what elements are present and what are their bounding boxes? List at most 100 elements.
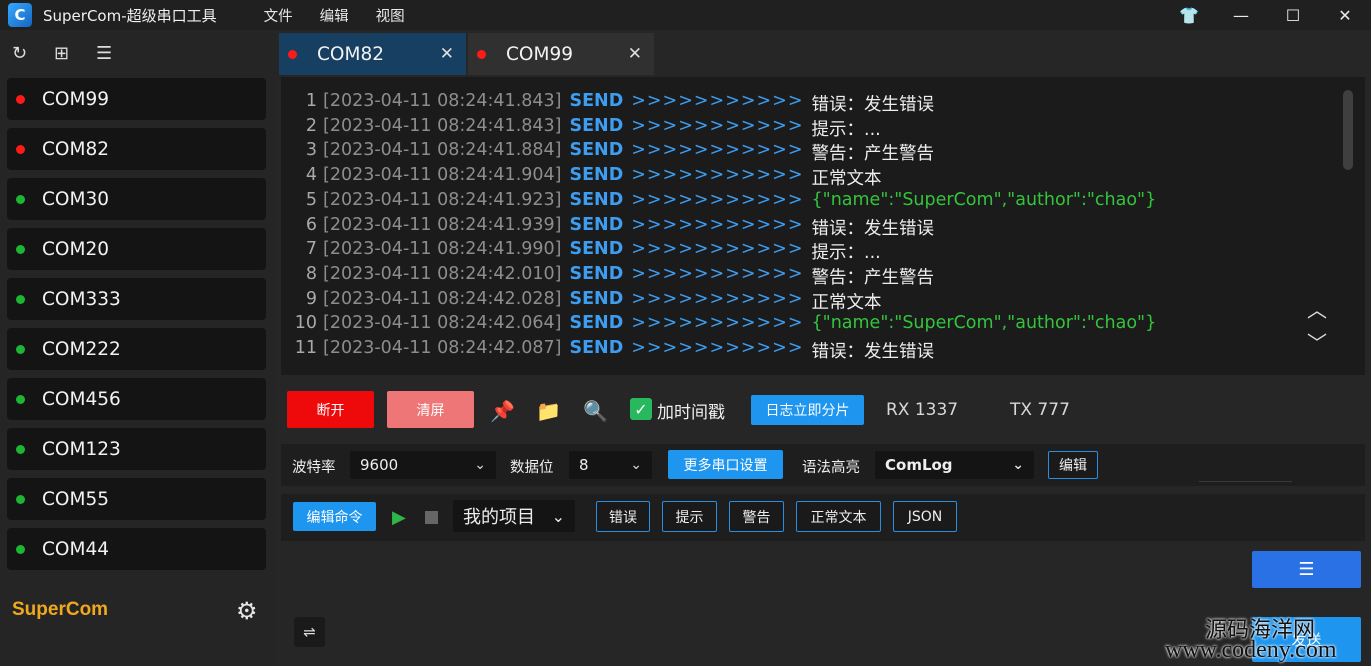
app-logo-icon: C xyxy=(8,3,32,27)
port-name: COM82 xyxy=(42,138,109,160)
minimize-icon[interactable]: — xyxy=(1215,0,1267,30)
log-line: 10 [2023-04-11 08:24:42.064] SEND >>>>>>>>>… xyxy=(281,313,1157,338)
line-number: 4 xyxy=(305,165,317,186)
port-item-com30[interactable]: COM30 xyxy=(7,178,266,220)
log-arrow: >>>>>>>>>>> xyxy=(631,140,804,161)
data-bits-value: 8 xyxy=(579,456,589,474)
grid-icon[interactable]: ⊞ xyxy=(54,43,96,64)
search-file-icon[interactable]: 🔍 xyxy=(583,399,608,423)
divider xyxy=(1199,481,1292,482)
port-status-dot xyxy=(16,294,25,304)
line-number: 6 xyxy=(305,214,317,235)
log-direction: SEND xyxy=(569,313,624,334)
port-status-dot xyxy=(16,494,25,504)
baud-rate-value: 9600 xyxy=(360,456,399,474)
pin-icon[interactable]: 📌 xyxy=(490,399,515,423)
log-direction: SEND xyxy=(569,263,624,284)
syntax-highlight-label: 语法高亮 xyxy=(802,460,860,476)
cmd-warning-button[interactable]: 警告 xyxy=(729,501,784,532)
port-item-com82[interactable]: COM82 xyxy=(7,128,266,170)
scroll-up-icon[interactable]: ︿ xyxy=(1307,294,1327,323)
split-log-button[interactable]: 日志立即分片 xyxy=(751,395,864,425)
port-item-com55[interactable]: COM55 xyxy=(7,478,266,520)
log-arrow: >>>>>>>>>>> xyxy=(631,165,804,186)
log-direction: SEND xyxy=(569,115,624,136)
cmd-normal-text-button[interactable]: 正常文本 xyxy=(796,501,881,532)
scroll-down-icon[interactable]: ﹀ xyxy=(1307,327,1327,356)
tab-com99[interactable]: COM99 ✕ xyxy=(468,33,654,75)
port-status-dot xyxy=(16,544,25,554)
log-message: {"name":"SuperCom","author":"chao"} xyxy=(811,313,1157,334)
project-value: 我的项目 xyxy=(463,507,535,528)
port-status-dot xyxy=(16,344,25,354)
timestamp-checkbox[interactable]: ✓ xyxy=(630,398,652,420)
cmd-error-button[interactable]: 错误 xyxy=(596,501,650,532)
port-item-com333[interactable]: COM333 xyxy=(7,278,266,320)
data-bits-select[interactable]: 8 ⌄ xyxy=(569,451,652,479)
port-item-com20[interactable]: COM20 xyxy=(7,228,266,270)
word-wrap-icon[interactable]: ⇌ xyxy=(294,617,325,647)
log-arrow: >>>>>>>>>>> xyxy=(631,263,804,284)
log-arrow: >>>>>>>>>>> xyxy=(631,189,804,210)
port-status-dot xyxy=(16,444,25,454)
refresh-icon[interactable]: ↻ xyxy=(12,43,54,64)
project-select[interactable]: 我的项目 ⌄ xyxy=(453,500,575,532)
log-direction: SEND xyxy=(569,140,624,161)
log-arrow: >>>>>>>>>>> xyxy=(631,214,804,235)
tab-label: COM82 xyxy=(317,43,384,65)
maximize-icon[interactable]: ☐ xyxy=(1267,0,1319,30)
log-line: 1 [2023-04-11 08:24:41.843] SEND >>>>>>>>>>… xyxy=(281,91,934,116)
port-item-com123[interactable]: COM123 xyxy=(7,428,266,470)
port-item-com456[interactable]: COM456 xyxy=(7,378,266,420)
tab-close-icon[interactable]: ✕ xyxy=(628,44,642,64)
cmd-hint-button[interactable]: 提示 xyxy=(662,501,717,532)
port-status-dot xyxy=(16,394,25,404)
folder-icon[interactable]: 📁 xyxy=(536,399,561,423)
port-item-com99[interactable]: COM99 xyxy=(7,78,266,120)
log-timestamp: [2023-04-11 08:24:41.904] xyxy=(323,165,562,186)
wrap-toggle-button[interactable]: ☰ xyxy=(1252,551,1361,588)
log-arrow: >>>>>>>>>>> xyxy=(631,115,804,136)
theme-shirt-icon[interactable]: 👕 xyxy=(1163,0,1215,30)
edit-syntax-button[interactable]: 编辑 xyxy=(1048,451,1098,479)
close-icon[interactable]: ✕ xyxy=(1319,0,1371,30)
log-arrow: >>>>>>>>>>> xyxy=(631,313,804,334)
disconnect-button[interactable]: 断开 xyxy=(287,391,374,428)
tab-bar: COM82 ✕ COM99 ✕ xyxy=(279,33,1371,75)
log-view[interactable]: 1 [2023-04-11 08:24:41.843] SEND >>>>>>>>>>… xyxy=(281,77,1365,375)
log-timestamp: [2023-04-11 08:24:41.843] xyxy=(323,115,562,136)
sidebar-toolbar: ↻ ⊞ ☰ xyxy=(0,30,276,76)
log-arrow: >>>>>>>>>>> xyxy=(631,239,804,260)
log-direction: SEND xyxy=(569,91,624,111)
port-item-com44[interactable]: COM44 xyxy=(7,528,266,570)
log-message: 错误：发生错误 xyxy=(811,218,935,239)
data-bits-label: 数据位 xyxy=(510,460,554,476)
menu-edit[interactable]: 编辑 xyxy=(320,5,349,26)
brand-logo: SuperCom xyxy=(12,599,109,620)
baud-rate-select[interactable]: 9600 ⌄ xyxy=(350,451,496,479)
log-scrollbar[interactable] xyxy=(1343,90,1353,170)
log-direction: SEND xyxy=(569,288,624,309)
stop-icon[interactable] xyxy=(425,511,438,524)
log-line: 11 [2023-04-11 08:24:42.087] SEND >>>>>>>>>… xyxy=(281,338,934,363)
tab-com82[interactable]: COM82 ✕ xyxy=(279,33,466,75)
clear-screen-button[interactable]: 清屏 xyxy=(387,391,474,428)
log-message: 警告：产生警告 xyxy=(811,144,935,165)
cmd-json-button[interactable]: JSON xyxy=(893,501,957,532)
sort-list-icon[interactable]: ☰ xyxy=(96,43,138,64)
log-direction: SEND xyxy=(569,165,624,186)
more-serial-settings-button[interactable]: 更多串口设置 xyxy=(668,450,783,479)
tab-status-dot xyxy=(288,49,297,59)
play-icon[interactable]: ▶ xyxy=(392,507,406,528)
settings-gear-icon[interactable]: ⚙ xyxy=(236,597,258,625)
port-status-dot xyxy=(16,194,25,204)
line-number: 8 xyxy=(305,263,317,284)
send-input[interactable] xyxy=(281,547,1243,663)
port-item-com222[interactable]: COM222 xyxy=(7,328,266,370)
port-name: COM30 xyxy=(42,188,109,210)
syntax-highlight-select[interactable]: ComLog ⌄ xyxy=(875,451,1034,479)
menu-file[interactable]: 文件 xyxy=(264,5,293,26)
tab-close-icon[interactable]: ✕ xyxy=(440,44,454,64)
edit-commands-button[interactable]: 编辑命令 xyxy=(293,502,376,531)
menu-view[interactable]: 视图 xyxy=(376,5,405,26)
